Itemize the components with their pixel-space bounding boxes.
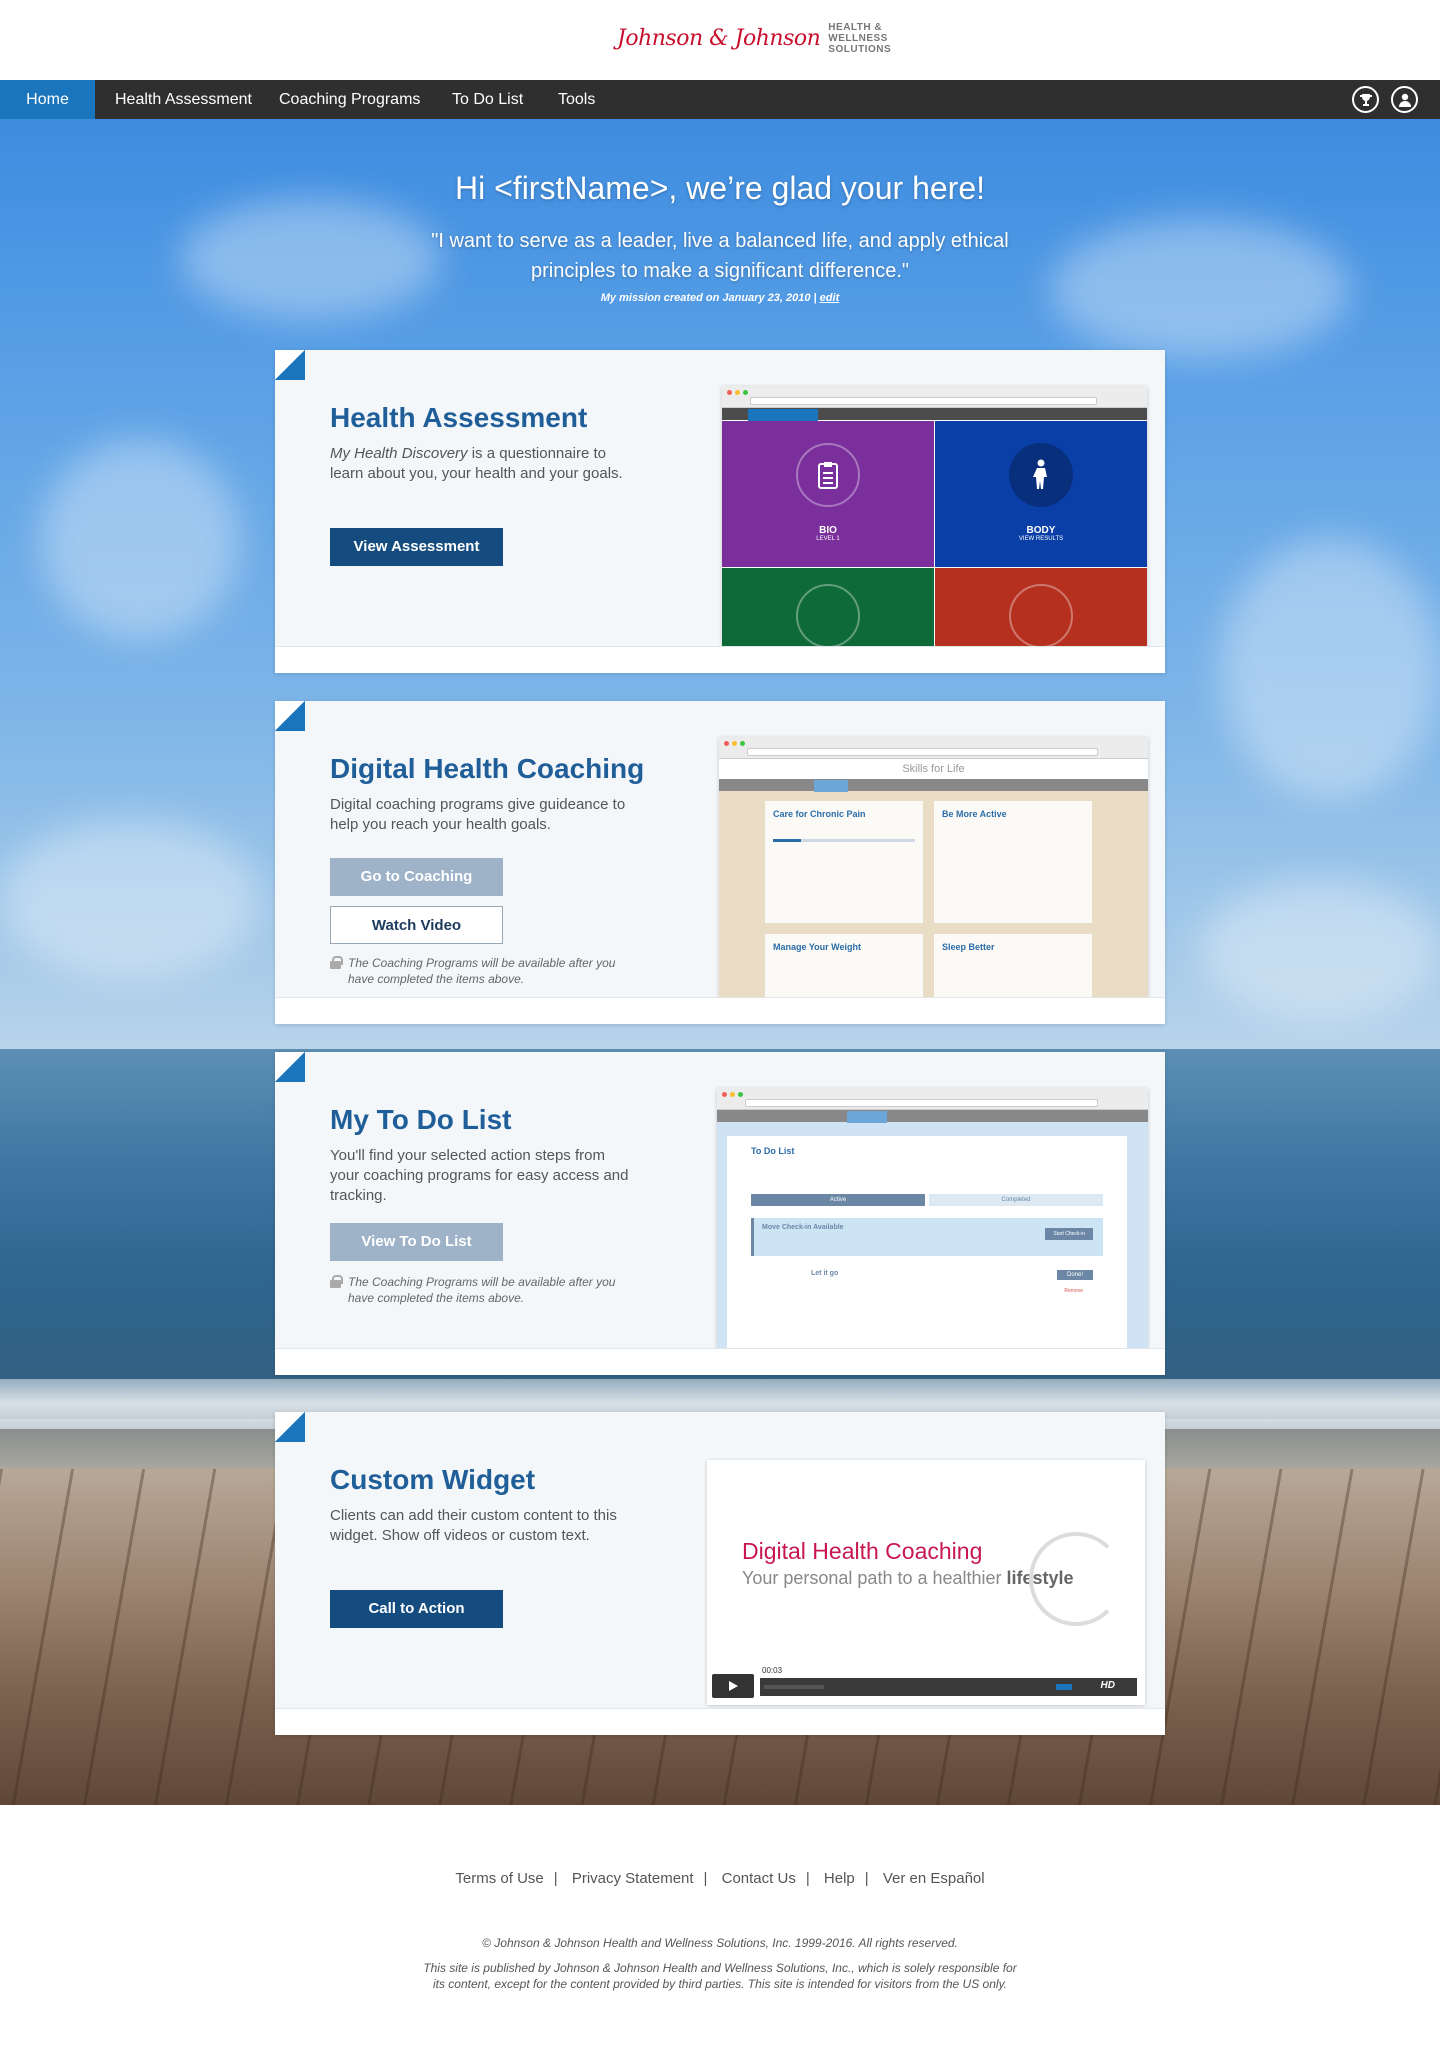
nav-health-assessment[interactable]: Health Assessment [115, 80, 252, 119]
jnj-logo[interactable]: Johnson & Johnson HEALTH & WELLNESS SOLU… [617, 22, 891, 55]
card-footer [275, 646, 1165, 673]
video-title: Digital Health Coaching [742, 1538, 983, 1564]
privacy-statement-link[interactable]: Privacy Statement [572, 1870, 694, 1887]
nav-to-do-list[interactable]: To Do List [452, 80, 523, 119]
card-footer [275, 1708, 1165, 1735]
card-corner [275, 701, 305, 731]
greeting-heading: Hi <firstName>, we’re glad your here! [455, 170, 985, 206]
top-header: Johnson & Johnson HEALTH & WELLNESS SOLU… [0, 0, 1440, 80]
card-corner [275, 1412, 305, 1442]
trophy-icon[interactable] [1352, 86, 1379, 113]
card-description: My Health Discovery is a questionnaire t… [330, 445, 623, 482]
card-title: Digital Health Coaching [330, 753, 645, 784]
digital-health-coaching-card: Digital Health Coaching Digital coaching… [275, 701, 1165, 1024]
go-to-coaching-button[interactable]: Go to Coaching [330, 858, 503, 896]
spanish-link[interactable]: Ver en Español [883, 1870, 985, 1887]
health-assessment-card: Health Assessment My Health Discovery is… [275, 350, 1165, 673]
health-discovery-screenshot: BIO LEVEL 1 BODY VIEW RESULTS [722, 386, 1147, 647]
contact-us-link[interactable]: Contact Us [722, 1870, 796, 1887]
card-footer [275, 997, 1165, 1024]
custom-widget-card: Custom Widget Clients can add their cust… [275, 1412, 1165, 1735]
mission-statement: "I want to serve as a leader, live a bal… [431, 230, 1009, 282]
view-to-do-list-button[interactable]: View To Do List [330, 1223, 503, 1261]
video-subtitle: Your personal path to a healthier lifest… [742, 1568, 1074, 1588]
video-ring-graphic [1029, 1532, 1123, 1626]
disclaimer-text: This site is published by Johnson & John… [423, 1961, 1017, 1991]
view-assessment-button[interactable]: View Assessment [330, 528, 503, 566]
lock-icon [330, 1275, 343, 1288]
terms-of-use-link[interactable]: Terms of Use [455, 1870, 543, 1887]
edit-mission-link[interactable]: edit [820, 292, 840, 304]
logo-script: Johnson & Johnson [617, 26, 821, 51]
card-corner [275, 350, 305, 380]
footer-links: Terms of Use | Privacy Statement | Contact… [455, 1870, 985, 1887]
card-description: You'll find your selected action steps f… [330, 1147, 629, 1204]
card-title: Health Assessment [330, 402, 588, 433]
to-do-list-screenshot: To Do List Active Completed Move Check-i… [717, 1088, 1148, 1348]
bio-tile: BIO LEVEL 1 [722, 421, 934, 567]
main-nav: Home Health Assessment Coaching Programs… [0, 80, 1440, 119]
user-icon[interactable] [1391, 86, 1418, 113]
copyright-text: © Johnson & Johnson Health and Wellness … [482, 1936, 958, 1950]
to-do-list-card: My To Do List You'll find your selected … [275, 1052, 1165, 1375]
hd-toggle[interactable]: HD [1101, 1680, 1115, 1691]
coaching-availability-note: The Coaching Programs will be available … [330, 955, 630, 987]
mission-date: My mission created on January 23, 2010 |… [600, 292, 840, 304]
body-tile: BODY VIEW RESULTS [935, 421, 1147, 567]
mind-tile [722, 568, 934, 647]
nav-tools[interactable]: Tools [558, 80, 595, 119]
card-corner [275, 1052, 305, 1082]
card-title: My To Do List [330, 1104, 512, 1135]
coaching-screenshot: Skills for Life Care for Chronic Pain Be… [719, 737, 1148, 997]
logo-tagline: HEALTH & WELLNESS SOLUTIONS [828, 22, 892, 55]
video-progress-bar[interactable]: HD [760, 1678, 1137, 1696]
play-icon[interactable] [712, 1674, 754, 1698]
video-time: 00:03 [760, 1666, 785, 1675]
nav-coaching-programs[interactable]: Coaching Programs [279, 80, 420, 119]
card-footer [275, 1348, 1165, 1375]
video-player[interactable]: Digital Health Coaching Your personal pa… [707, 1460, 1145, 1705]
activity-tile [935, 568, 1147, 647]
help-link[interactable]: Help [824, 1870, 855, 1887]
card-description: Clients can add their custom content to … [330, 1507, 617, 1544]
card-title: Custom Widget [330, 1464, 536, 1495]
call-to-action-button[interactable]: Call to Action [330, 1590, 503, 1628]
nav-home[interactable]: Home [0, 80, 95, 119]
card-description: Digital coaching programs give guideance… [330, 796, 626, 833]
lock-icon [330, 956, 343, 969]
watch-video-button[interactable]: Watch Video [330, 906, 503, 944]
to-do-availability-note: The Coaching Programs will be available … [330, 1274, 630, 1306]
